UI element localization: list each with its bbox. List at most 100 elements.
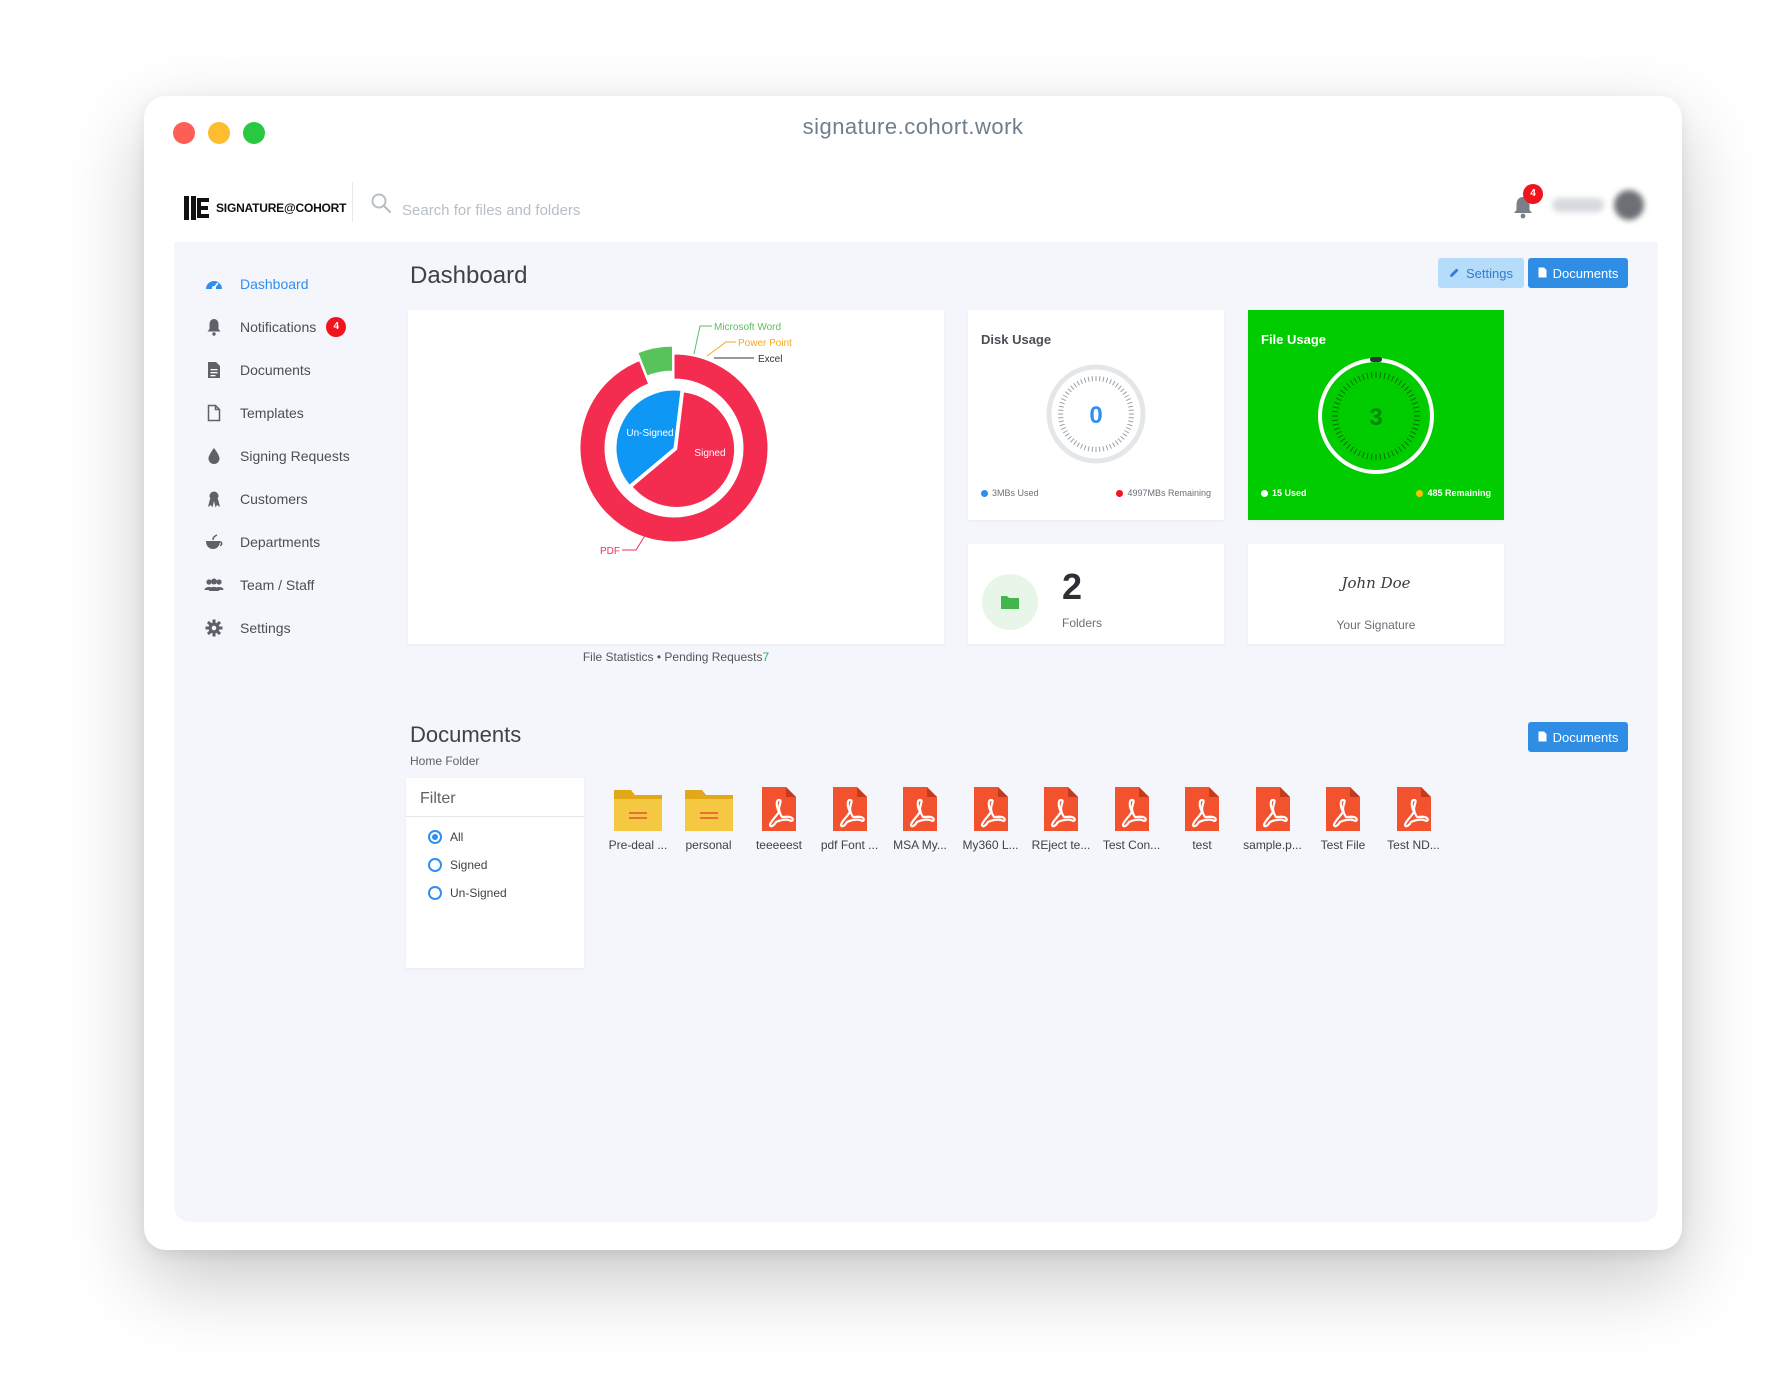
dial-tick <box>1073 382 1078 388</box>
dial-tick <box>1112 442 1116 448</box>
used-dot-icon <box>1261 489 1268 497</box>
gear-icon <box>204 618 224 638</box>
content-area: Dashboard Notifications 4 Documents Temp… <box>174 242 1658 1222</box>
file-name: Test Con... <box>1102 838 1161 852</box>
file-name: test <box>1192 838 1212 852</box>
address-bar-url[interactable]: signature.cohort.work <box>144 114 1682 140</box>
dial-tick <box>1406 437 1412 443</box>
file-remaining-legend: 485 Remaining <box>1416 488 1491 498</box>
settings-button[interactable]: Settings <box>1438 258 1524 288</box>
disk-usage-title: Disk Usage <box>981 332 1052 347</box>
brand-logo[interactable]: SIGNATURE@COHORT <box>184 196 346 220</box>
documents-section-title: Documents <box>410 722 522 747</box>
signature-card[interactable]: John Doe Your Signature <box>1248 544 1504 644</box>
sidebar-item-label: Documents <box>240 362 311 378</box>
documents-button[interactable]: Documents <box>1528 258 1628 288</box>
dial-tick <box>1408 393 1415 398</box>
dial-tick <box>1397 446 1403 452</box>
dial-tick <box>1413 423 1420 426</box>
dial-tick <box>1128 416 1134 419</box>
radio-button[interactable] <box>428 886 442 900</box>
dashboard-icon <box>204 274 224 294</box>
pdf-icon <box>1237 782 1309 832</box>
chart-caption: File Statistics • Pending Requests7 <box>408 650 944 664</box>
pdf-file-item[interactable]: sample.p... <box>1237 782 1309 852</box>
dial-tick <box>1058 409 1064 412</box>
pdf-file-item[interactable]: MSA My... <box>884 782 956 852</box>
pdf-file-item[interactable]: REject te... <box>1025 782 1097 852</box>
pdf-file-item[interactable]: My360 L... <box>955 782 1027 852</box>
dial-tick <box>1124 394 1130 398</box>
dial-tick <box>1102 376 1105 382</box>
file-name: Pre-deal ... <box>608 838 668 852</box>
sidebar-item-documents[interactable]: Documents <box>204 356 311 384</box>
folder-icon <box>602 782 674 832</box>
team-icon <box>204 575 224 595</box>
dial-tick <box>1366 453 1369 460</box>
folders-count: 2 <box>1062 566 1083 607</box>
dial-tick <box>1120 435 1125 440</box>
pdf-file-item[interactable]: test <box>1166 782 1238 852</box>
dial-tick <box>1332 423 1339 426</box>
dial-tick <box>1353 377 1358 384</box>
dial-tick <box>1403 441 1410 446</box>
dial-tick <box>1117 438 1122 443</box>
dial-tick <box>1105 445 1109 451</box>
filter-option-label: All <box>450 830 464 844</box>
dial-tick <box>1070 438 1075 443</box>
folders-card[interactable]: 2 Folders <box>968 544 1224 644</box>
dial-tick <box>1124 430 1130 434</box>
dial-tick <box>1332 410 1339 413</box>
dial-tick <box>1122 432 1128 437</box>
user-avatar[interactable] <box>1614 190 1644 220</box>
sidebar-item-departments[interactable]: Departments <box>204 528 320 556</box>
radio-button[interactable] <box>428 858 442 872</box>
filter-option-unsigned[interactable]: Un-Signed <box>428 886 507 900</box>
dial-tick <box>1401 382 1406 389</box>
pdf-file-item[interactable]: Test File <box>1307 782 1379 852</box>
pdf-file-item[interactable]: Test ND... <box>1378 782 1450 852</box>
settings-button-label: Settings <box>1466 265 1513 281</box>
documents-button-label: Documents <box>1552 265 1619 281</box>
radio-button[interactable] <box>428 830 442 844</box>
signature-label: Your Signature <box>1336 618 1416 632</box>
dial-tick <box>1333 427 1341 431</box>
dial-tick <box>1064 432 1070 437</box>
file-name: REject te... <box>1031 838 1091 852</box>
dial-tick <box>1087 376 1090 382</box>
dial-tick <box>1413 410 1420 413</box>
pdf-icon <box>1025 782 1097 832</box>
documents-section-button[interactable]: Documents <box>1528 722 1628 752</box>
sidebar-item-signing-requests[interactable]: Signing Requests <box>204 442 350 470</box>
sidebar-item-label: Customers <box>240 491 308 507</box>
filter-option-all[interactable]: All <box>428 830 463 844</box>
folder-item[interactable]: Pre-deal ... <box>602 782 674 852</box>
home-folder-breadcrumb[interactable]: Home Folder <box>410 754 479 768</box>
dial-tick <box>1117 385 1122 390</box>
dial-tick <box>1120 388 1125 393</box>
pdf-file-item[interactable]: pdf Font ... <box>814 782 886 852</box>
dial-tick <box>1105 377 1109 383</box>
pdf-file-item[interactable]: teeeeest <box>743 782 815 852</box>
file-name: sample.p... <box>1243 838 1302 852</box>
sidebar-item-settings[interactable]: Settings <box>204 614 291 642</box>
sidebar-item-customers[interactable]: Customers <box>204 485 308 513</box>
search-icon[interactable] <box>370 192 394 216</box>
dial-tick <box>1370 372 1373 379</box>
browser-window: signature.cohort.work SIGNATURE@COHORT S… <box>144 96 1682 1250</box>
user-name-blurred[interactable] <box>1552 198 1604 212</box>
filter-option-signed[interactable]: Signed <box>428 858 487 872</box>
dial-tick <box>1383 453 1386 460</box>
search-input[interactable] <box>400 192 804 228</box>
sidebar-item-notifications[interactable]: Notifications 4 <box>204 313 347 341</box>
pdf-file-item[interactable]: Test Con... <box>1096 782 1168 852</box>
bell-icon <box>204 317 224 337</box>
disk-usage-dial: 0 <box>1046 364 1146 464</box>
dial-tick <box>1333 401 1341 405</box>
sidebar-item-templates[interactable]: Templates <box>204 399 304 427</box>
document-icon <box>204 360 224 380</box>
folder-item[interactable]: personal <box>673 782 745 852</box>
signature-name: John Doe <box>1341 574 1411 592</box>
sidebar-item-team-staff[interactable]: Team / Staff <box>204 571 314 599</box>
sidebar-item-dashboard[interactable]: Dashboard <box>204 270 309 298</box>
